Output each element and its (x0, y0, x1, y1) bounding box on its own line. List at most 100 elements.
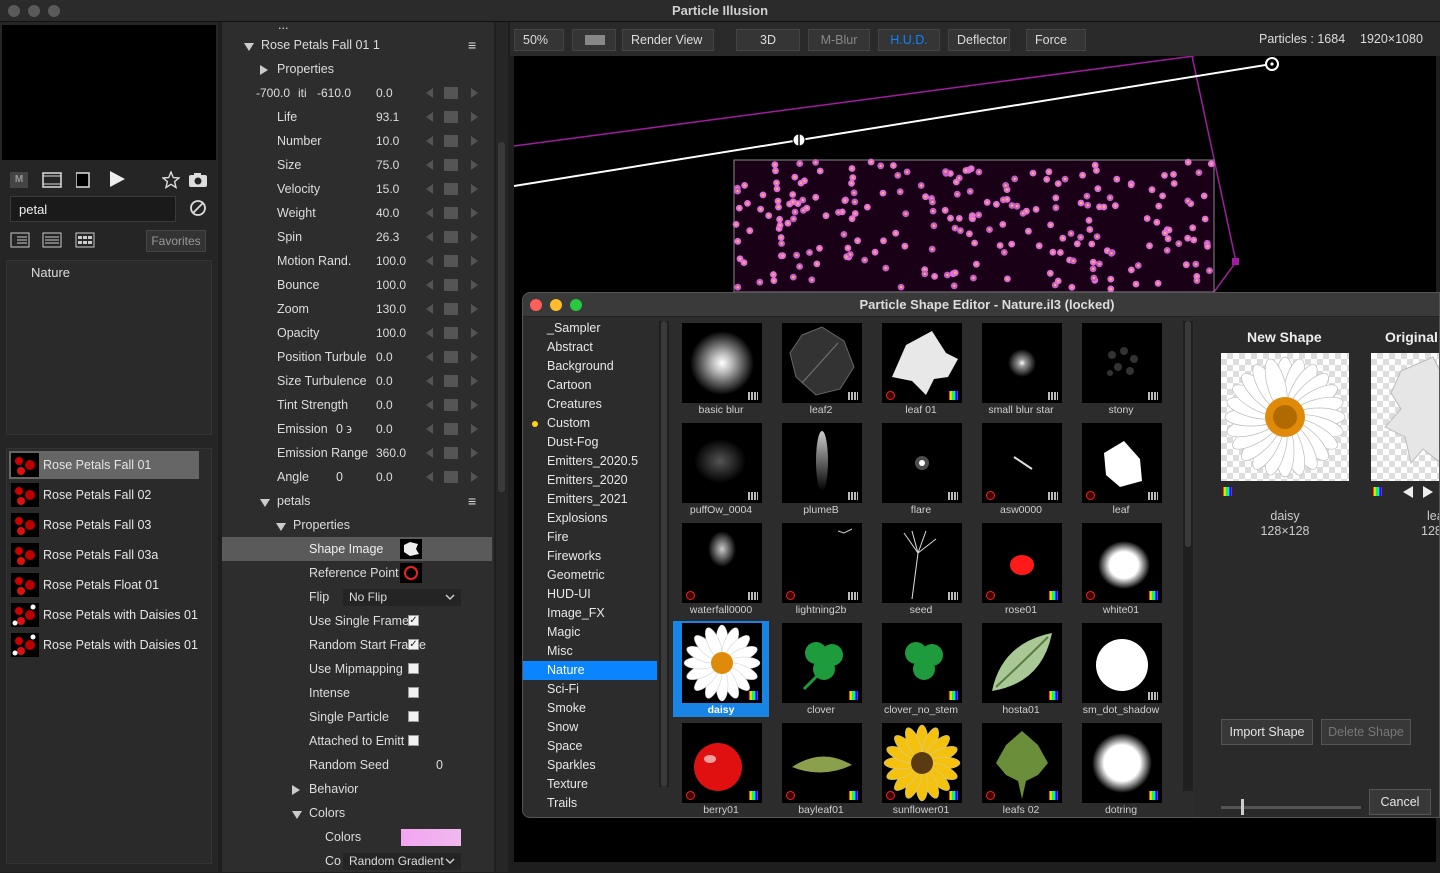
stop-icon[interactable] (76, 172, 90, 188)
preset-item[interactable]: Rose Petals Fall 02 (9, 481, 199, 509)
expand-icon[interactable] (276, 523, 286, 531)
value-stepper[interactable] (426, 399, 478, 411)
property-value[interactable]: 75.0 (376, 158, 399, 172)
shape-category-item[interactable]: Emitters_2021 (523, 490, 657, 509)
shape-cell[interactable]: rose01 (973, 521, 1069, 617)
property-value[interactable]: 0.0 (376, 374, 393, 388)
value-stepper[interactable] (426, 207, 478, 219)
value-stepper[interactable] (426, 279, 478, 291)
size-slider[interactable] (1221, 799, 1361, 815)
particle-properties-row[interactable]: Properties (222, 513, 494, 537)
preset-item[interactable]: Rose Petals Fall 03 (9, 511, 199, 539)
shape-category-item[interactable]: Snow (523, 718, 657, 737)
preset-item[interactable]: Rose Petals Fall 01 (9, 451, 199, 479)
property-value[interactable]: 0.0 (376, 350, 393, 364)
expand-icon[interactable] (292, 811, 302, 819)
play-icon[interactable] (108, 170, 126, 188)
value-stepper[interactable] (426, 231, 478, 243)
property-row[interactable]: Number 10.0 (222, 129, 494, 153)
flip-select[interactable]: No Flip (343, 589, 461, 606)
colors-group-row[interactable]: Colors (222, 801, 494, 825)
shape-category-item[interactable]: Explosions (523, 509, 657, 528)
shape-cell[interactable]: lightning2b (773, 521, 869, 617)
shape-cell[interactable]: sm_dot_shadow (1073, 621, 1169, 717)
property-row[interactable]: Weight 40.0 (222, 201, 494, 225)
property-value[interactable]: 360.0 (376, 446, 406, 460)
reference-point-row[interactable]: Reference Point (222, 561, 494, 585)
background-color-button[interactable] (572, 29, 616, 51)
value-stepper[interactable] (426, 351, 478, 363)
shape-cell[interactable]: clover (773, 621, 869, 717)
emitter-row[interactable]: Rose Petals Fall 01 1 ≡ (222, 33, 494, 57)
shape-cell[interactable]: puffOw_0004 (673, 421, 769, 517)
scrollbar-thumb[interactable] (1185, 321, 1191, 547)
position-row[interactable]: -700.0 iti -610.0 0.0 (222, 81, 494, 105)
shape-category-item[interactable]: Trails (523, 794, 657, 813)
use-mipmapping-checkbox[interactable] (408, 663, 419, 674)
shape-category-item[interactable]: Misc (523, 642, 657, 661)
category-item-nature[interactable]: Nature (31, 265, 70, 280)
shape-cell[interactable]: leaf (1073, 421, 1169, 517)
property-row[interactable]: Emission Range 360.0 (222, 441, 494, 465)
property-row[interactable]: Bounce 100.0 (222, 273, 494, 297)
shape-cell[interactable]: seed (873, 521, 969, 617)
property-row[interactable]: Emission 0 ϶ 0.0 (222, 417, 494, 441)
property-row[interactable]: Life 93.1 (222, 105, 494, 129)
grid-view-icon[interactable] (75, 232, 95, 248)
shape-category-item[interactable]: HUD-UI (523, 585, 657, 604)
value-stepper[interactable] (426, 111, 478, 123)
properties-group-row[interactable]: Properties (222, 57, 494, 81)
detail-view-icon[interactable] (10, 232, 30, 248)
value-stepper[interactable] (426, 87, 478, 99)
shape-category-item[interactable]: _Sampler (523, 319, 657, 338)
shape-category-item[interactable]: Sci-Fi (523, 680, 657, 699)
shape-category-item[interactable]: Sparkles (523, 756, 657, 775)
attached-row[interactable]: Attached to Emitt (222, 729, 494, 753)
shape-grid-scrollbar[interactable] (1183, 321, 1193, 791)
shape-cell[interactable]: small blur star (973, 321, 1069, 417)
shape-category-item[interactable]: Emitters_2020 (523, 471, 657, 490)
menu-icon[interactable]: ≡ (468, 494, 476, 508)
shape-thumbnail[interactable] (400, 539, 422, 559)
shape-cell[interactable]: waterfall0000 (673, 521, 769, 617)
use-single-frame-checkbox[interactable]: ✓ (408, 615, 419, 626)
shape-cell[interactable]: stony (1073, 321, 1169, 417)
deflector-button[interactable]: Deflector (948, 29, 1010, 51)
shape-category-item[interactable]: Dust-Fog (523, 433, 657, 452)
property-row[interactable]: Tint Strength 0.0 (222, 393, 494, 417)
shape-cell[interactable]: leaf 01 (873, 321, 969, 417)
property-value[interactable]: 93.1 (376, 110, 399, 124)
use-single-frame-row[interactable]: Use Single Frame ✓ (222, 609, 494, 633)
m-icon[interactable]: M (10, 172, 28, 188)
reference-point-icon[interactable] (400, 563, 422, 583)
single-particle-checkbox[interactable] (408, 711, 419, 722)
preset-search-input[interactable] (10, 196, 176, 222)
property-value[interactable]: 100.0 (376, 278, 406, 292)
shape-cell[interactable]: basic blur (673, 321, 769, 417)
force-button[interactable]: Force (1026, 29, 1086, 51)
value-stepper[interactable] (426, 303, 478, 315)
shape-category-item[interactable]: Emitters_2020.5 (523, 452, 657, 471)
hud-button[interactable]: H.U.D. (878, 29, 940, 51)
camera-icon[interactable] (188, 172, 208, 188)
property-value[interactable]: 40.0 (376, 206, 399, 220)
single-particle-row[interactable]: Single Particle (222, 705, 494, 729)
gradient-select[interactable]: Random Gradient (343, 853, 461, 870)
property-row[interactable]: Size 75.0 (222, 153, 494, 177)
delete-shape-button[interactable]: Delete Shape (1321, 719, 1411, 745)
shape-category-item[interactable]: Geometric (523, 566, 657, 585)
value-stepper[interactable] (426, 447, 478, 459)
menu-icon[interactable]: ≡ (468, 38, 476, 52)
property-value[interactable]: 10.0 (376, 134, 399, 148)
preset-item[interactable]: Rose Petals with Daisies 01 (9, 601, 199, 629)
shape-category-item[interactable]: Custom (523, 414, 657, 433)
category-scrollbar[interactable] (659, 321, 669, 787)
behavior-row[interactable]: Behavior (222, 777, 494, 801)
value-stepper[interactable] (426, 375, 478, 387)
prev-next-arrows-icon[interactable] (1403, 485, 1435, 499)
property-row[interactable]: Velocity 15.0 (222, 177, 494, 201)
3d-button[interactable]: 3D (736, 29, 800, 51)
colors-row[interactable]: Colors (222, 825, 494, 849)
intense-checkbox[interactable] (408, 687, 419, 698)
shape-cell[interactable]: bayleaf01 (773, 721, 869, 817)
